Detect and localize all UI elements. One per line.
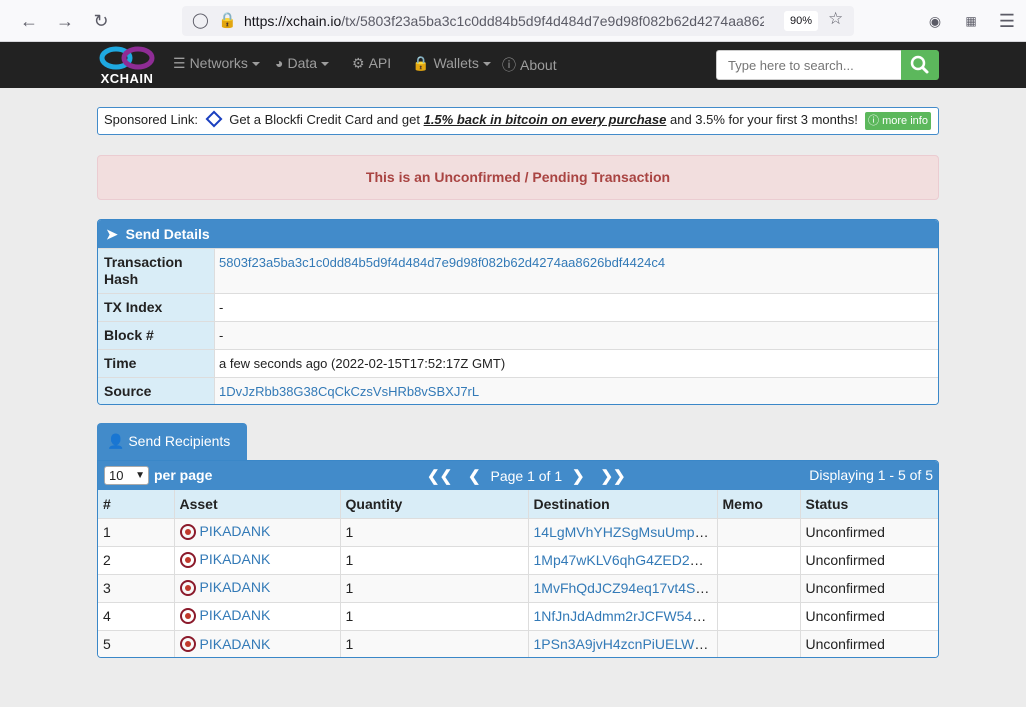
more-info-button[interactable]: ⓘ more info: [865, 112, 931, 130]
col-destination[interactable]: Destination: [528, 490, 718, 518]
database-icon: ☰: [173, 55, 186, 71]
col-number[interactable]: #: [98, 490, 175, 518]
chevron-down-icon: ▼: [135, 470, 145, 481]
nav-about[interactable]: ⓘ About: [502, 55, 557, 75]
search-icon: [910, 55, 929, 74]
page-indicator: Page 1 of 1: [490, 468, 563, 484]
info-icon: ⓘ: [502, 57, 516, 73]
asset-icon: [179, 551, 196, 568]
recipients-panel: 10 ▼ per page ❮❮ ❮ Page 1 of 1 ❯ ❯❯ Disp…: [97, 460, 939, 658]
asset-icon: [179, 579, 196, 596]
asset-link[interactable]: PIKADANK: [200, 551, 271, 567]
detail-row-hash: Transaction Hash 5803f23a5ba3c1c0dd84b5d…: [98, 248, 938, 293]
prev-page-icon[interactable]: ❮: [468, 468, 481, 485]
table-row: 5 PIKADANK 1 1PSn3A9jvH4zcnPiUELWPp... U…: [98, 629, 938, 657]
destination-link[interactable]: 1NfJnJdAdmm2rJCFW54Ns...: [534, 608, 717, 624]
reload-icon[interactable]: ↻: [90, 10, 112, 32]
asset-icon: [179, 523, 196, 540]
table-row: 1 PIKADANK 1 14LgMVhYHZSgMsuUmp1pt... Un…: [98, 517, 938, 546]
detail-row-time: Time a few seconds ago (2022-02-15T17:52…: [98, 349, 938, 377]
paper-plane-icon: ➤: [106, 226, 118, 242]
recipients-table: # Asset Quantity Destination Memo Status…: [98, 490, 938, 657]
asset-link[interactable]: PIKADANK: [200, 523, 271, 539]
browser-toolbar: ← → ↻ ◯ 🔒 https://xchain.io/tx/5803f23a5…: [0, 0, 1026, 42]
lock-icon: 🔒: [412, 55, 430, 71]
detail-row-source: Source 1DvJzRbb38G38CqCkCzsVsHRb8vSBXJ7r…: [98, 377, 938, 404]
blockfi-icon: [205, 110, 223, 128]
sponsored-link[interactable]: Sponsored Link: Get a Blockfi Credit Car…: [97, 107, 939, 135]
destination-link[interactable]: 14LgMVhYHZSgMsuUmp1pt...: [534, 524, 717, 540]
dashboard-icon: ◕: [275, 55, 284, 71]
search-input[interactable]: [716, 50, 902, 80]
col-quantity[interactable]: Quantity: [340, 490, 529, 518]
xchain-logo[interactable]: XCHAIN: [96, 46, 158, 86]
address-bar[interactable]: ◯ 🔒 https://xchain.io/tx/5803f23a5ba3c1c…: [182, 6, 854, 36]
last-page-icon[interactable]: ❯❯: [600, 468, 625, 485]
send-details-header: ➤ Send Details: [98, 220, 938, 248]
zoom-level[interactable]: 90%: [784, 11, 818, 31]
table-row: 3 PIKADANK 1 1MvFhQdJCZ94eq17vt4SKb... U…: [98, 573, 938, 602]
nav-data[interactable]: ◕ Data: [275, 55, 330, 71]
back-icon[interactable]: ←: [18, 10, 40, 32]
lock-icon[interactable]: 🔒: [218, 11, 237, 29]
logo-text: XCHAIN: [100, 71, 154, 86]
asset-icon: [179, 607, 196, 624]
detail-row-block: Block # -: [98, 321, 938, 349]
pagination: ❮❮ ❮ Page 1 of 1 ❯ ❯❯: [421, 467, 632, 485]
destination-link[interactable]: 1PSn3A9jvH4zcnPiUELWPp...: [534, 636, 717, 652]
table-row: 2 PIKADANK 1 1Mp47wKLV6qhG4ZED2UvH... Un…: [98, 545, 938, 574]
pocket-icon[interactable]: ◉: [924, 10, 946, 32]
table-header-row: # Asset Quantity Destination Memo Status: [98, 490, 938, 518]
url-text[interactable]: https://xchain.io/tx/5803f23a5ba3c1c0dd8…: [244, 13, 764, 29]
col-memo[interactable]: Memo: [717, 490, 801, 518]
nav-networks[interactable]: ☰ Networks: [173, 55, 260, 72]
destination-link[interactable]: 1MvFhQdJCZ94eq17vt4SKb...: [534, 580, 717, 596]
bookmark-star-icon[interactable]: ☆: [828, 9, 843, 29]
gears-icon: ⚙: [352, 55, 365, 71]
nav-api[interactable]: ⚙ API: [352, 55, 391, 72]
forward-icon[interactable]: →: [54, 10, 76, 32]
shield-icon[interactable]: ◯: [192, 11, 209, 29]
per-page-select[interactable]: 10 ▼: [104, 466, 149, 485]
asset-icon: [179, 635, 196, 652]
asset-link[interactable]: PIKADANK: [200, 636, 271, 652]
logo-mark-icon: [99, 46, 155, 70]
tx-hash-link[interactable]: 5803f23a5ba3c1c0dd84b5d9f4d484d7e9d98f08…: [219, 255, 665, 270]
destination-link[interactable]: 1Mp47wKLV6qhG4ZED2UvH...: [534, 552, 717, 568]
displaying-count: Displaying 1 - 5 of 5: [809, 467, 933, 483]
search-button[interactable]: [901, 50, 939, 80]
first-page-icon[interactable]: ❮❮: [427, 468, 452, 485]
site-navbar: XCHAIN ☰ Networks ◕ Data ⚙ API 🔒 Wallets ⓘ Ab…: [0, 42, 1026, 88]
asset-link[interactable]: PIKADANK: [200, 579, 271, 595]
nav-wallets[interactable]: 🔒 Wallets: [412, 55, 491, 72]
extension-icon[interactable]: ▦: [960, 10, 982, 32]
col-status[interactable]: Status: [800, 490, 938, 518]
col-asset[interactable]: Asset: [174, 490, 341, 518]
pending-alert: This is an Unconfirmed / Pending Transac…: [97, 155, 939, 200]
send-details-panel: ➤ Send Details Transaction Hash 5803f23a…: [97, 219, 939, 405]
per-page-label: per page: [154, 467, 213, 483]
user-icon: 👤: [107, 433, 125, 449]
recipients-toolbar: 10 ▼ per page ❮❮ ❮ Page 1 of 1 ❯ ❯❯ Disp…: [98, 461, 938, 490]
table-row: 4 PIKADANK 1 1NfJnJdAdmm2rJCFW54Ns... Un…: [98, 601, 938, 630]
next-page-icon[interactable]: ❯: [572, 468, 585, 485]
detail-row-txindex: TX Index -: [98, 293, 938, 321]
source-address-link[interactable]: 1DvJzRbb38G38CqCkCzsVsHRb8vSBXJ7rL: [219, 384, 479, 399]
asset-link[interactable]: PIKADANK: [200, 607, 271, 623]
menu-icon[interactable]: ☰: [996, 10, 1018, 32]
tab-send-recipients[interactable]: 👤 Send Recipients (5): [97, 423, 247, 485]
